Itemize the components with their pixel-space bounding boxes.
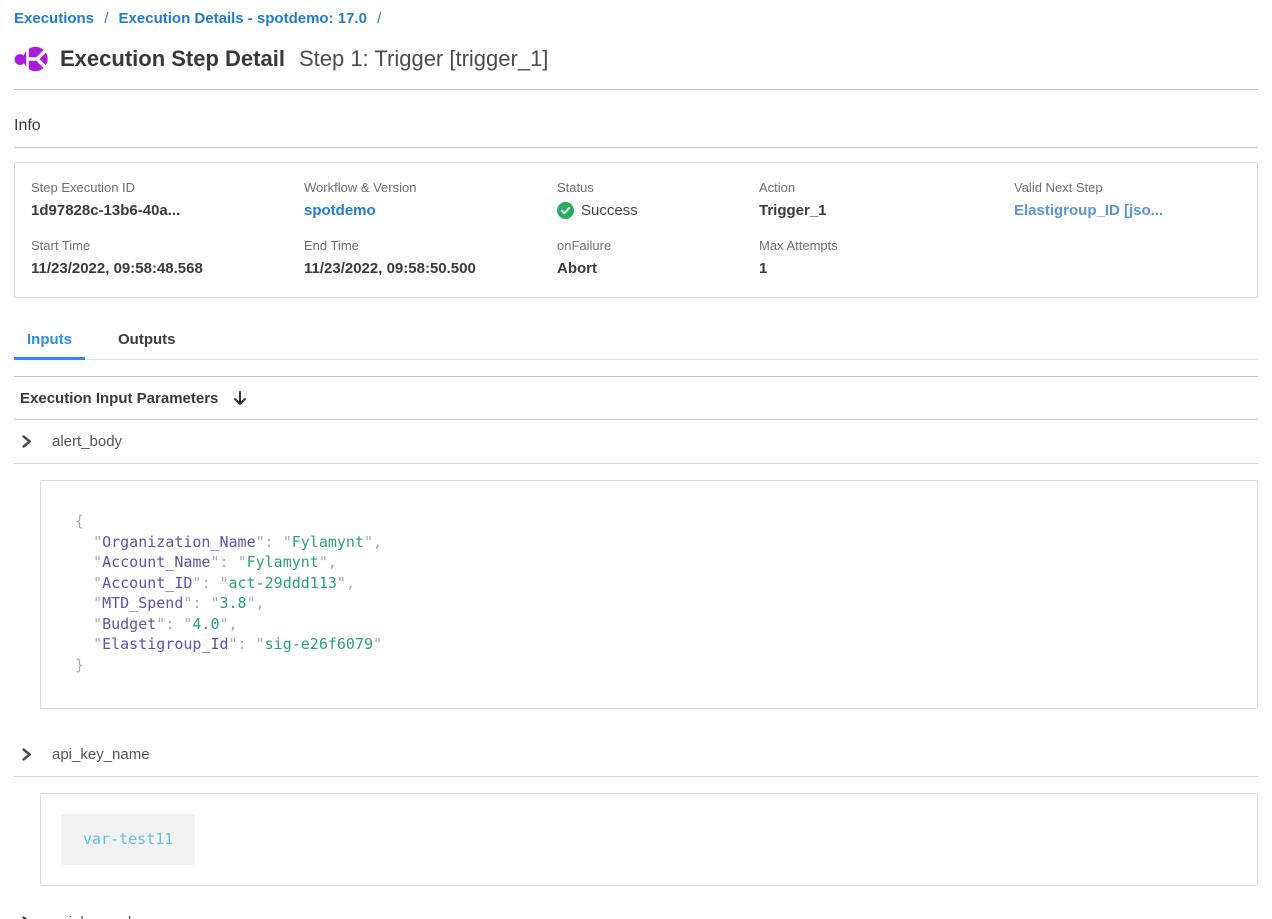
info-field-max-attempts: Max Attempts 1: [743, 238, 998, 277]
field-label: Action: [759, 180, 998, 195]
info-field-onfailure: onFailure Abort: [541, 238, 743, 277]
next-step-link[interactable]: Elastigroup_ID [jso...: [1014, 202, 1257, 219]
field-label: Start Time: [31, 238, 288, 253]
tab-outputs[interactable]: Outputs: [105, 323, 189, 360]
chevron-right-icon: [20, 915, 33, 919]
api-key-name-value: var-test11: [61, 814, 195, 865]
breadcrumb-link-execution-details[interactable]: Execution Details - spotdemo: 17.0: [119, 10, 367, 27]
chevron-right-icon: [20, 747, 33, 762]
section-label: api_key_name: [52, 746, 150, 763]
brand-logo-icon: [14, 44, 48, 74]
params-header: Execution Input Parameters: [14, 377, 1258, 420]
field-value: 1: [759, 260, 998, 277]
page-title: Execution Step Detail: [60, 46, 285, 72]
section-label: api_key_value: [52, 914, 148, 919]
breadcrumb: Executions / Execution Details - spotdem…: [14, 0, 1258, 27]
section-row-api-key-value[interactable]: api_key_value: [14, 901, 1258, 919]
section-row-alert-body[interactable]: alert_body: [14, 420, 1258, 464]
info-heading: Info: [14, 117, 1258, 148]
tabbar: Inputs Outputs: [14, 323, 1258, 360]
download-arrow-icon[interactable]: [232, 390, 248, 407]
field-label: Valid Next Step: [1014, 180, 1257, 195]
breadcrumb-separator: /: [377, 10, 381, 27]
tab-inputs[interactable]: Inputs: [14, 323, 85, 360]
field-label: Status: [557, 180, 743, 195]
field-label: onFailure: [557, 238, 743, 253]
field-value: 11/23/2022, 09:58:50.500: [304, 260, 541, 277]
field-value: Abort: [557, 260, 743, 277]
api-key-name-card: var-test11: [40, 793, 1258, 886]
field-value: 11/23/2022, 09:58:48.568: [31, 260, 288, 277]
status-badge: Success: [557, 202, 743, 219]
section-row-api-key-name[interactable]: api_key_name: [14, 733, 1258, 777]
field-label: Workflow & Version: [304, 180, 541, 195]
status-text: Success: [581, 202, 638, 219]
info-field-status: Status Success: [541, 180, 743, 219]
breadcrumb-separator: /: [104, 10, 108, 27]
field-label: Step Execution ID: [31, 180, 288, 195]
workflow-link[interactable]: spotdemo: [304, 202, 541, 219]
page-header: Execution Step Detail Step 1: Trigger [t…: [14, 44, 1258, 90]
info-field-workflow-version: Workflow & Version spotdemo: [288, 180, 541, 219]
info-card: Step Execution ID 1d97828c-13b6-40a... W…: [14, 162, 1258, 298]
json-code: { "Organization_Name": "Fylamynt", "Acco…: [75, 511, 1223, 675]
info-field-end-time: End Time 11/23/2022, 09:58:50.500: [288, 238, 541, 277]
info-field-action: Action Trigger_1: [743, 180, 998, 219]
field-label: Max Attempts: [759, 238, 998, 253]
success-check-icon: [557, 202, 574, 219]
breadcrumb-link-executions[interactable]: Executions: [14, 10, 94, 27]
field-value: Trigger_1: [759, 202, 998, 219]
field-value: 1d97828c-13b6-40a...: [31, 202, 288, 219]
info-field-step-execution-id: Step Execution ID 1d97828c-13b6-40a...: [15, 180, 288, 219]
info-field-valid-next-step: Valid Next Step Elastigroup_ID [jso...: [998, 180, 1257, 219]
params-header-label: Execution Input Parameters: [20, 390, 218, 407]
field-label: End Time: [304, 238, 541, 253]
alert-body-json: { "Organization_Name": "Fylamynt", "Acco…: [40, 480, 1258, 709]
info-field-start-time: Start Time 11/23/2022, 09:58:48.568: [15, 238, 288, 277]
chevron-right-icon: [20, 434, 33, 449]
section-label: alert_body: [52, 433, 122, 450]
page-subtitle: Step 1: Trigger [trigger_1]: [299, 46, 548, 72]
info-cell-empty: [998, 238, 1257, 277]
